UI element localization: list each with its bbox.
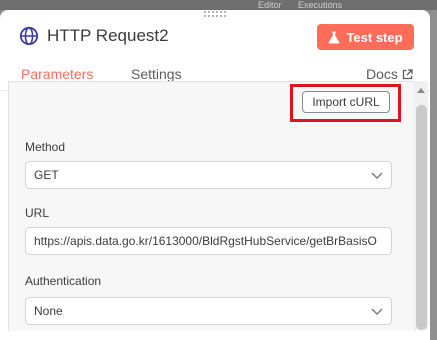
method-value: GET bbox=[34, 168, 59, 182]
authentication-value: None bbox=[34, 304, 63, 318]
tab-settings[interactable]: Settings bbox=[131, 66, 182, 82]
chevron-down-icon bbox=[371, 172, 383, 179]
url-value: https://apis.data.go.kr/1613000/BldRgstH… bbox=[34, 234, 377, 248]
tab-parameters[interactable]: Parameters bbox=[21, 66, 93, 82]
globe-icon bbox=[19, 26, 39, 46]
authentication-label: Authentication bbox=[25, 274, 102, 288]
flask-icon bbox=[329, 31, 340, 43]
docs-label: Docs bbox=[366, 66, 398, 82]
background-tab-editor: Editor bbox=[258, 0, 282, 10]
scroll-up-arrow-icon[interactable] bbox=[417, 88, 425, 93]
url-label: URL bbox=[25, 206, 50, 220]
test-step-button[interactable]: Test step bbox=[317, 24, 414, 50]
scrollbar-thumb[interactable] bbox=[416, 105, 427, 330]
panel-header: HTTP Request2 Test step bbox=[0, 10, 430, 60]
url-input[interactable]: https://apis.data.go.kr/1613000/BldRgstH… bbox=[25, 227, 392, 255]
method-select[interactable]: GET bbox=[25, 161, 392, 189]
docs-link[interactable]: Docs bbox=[366, 66, 413, 82]
background-tab-executions: Executions bbox=[298, 0, 343, 10]
test-step-label: Test step bbox=[346, 29, 403, 45]
node-title[interactable]: HTTP Request2 bbox=[47, 25, 169, 47]
authentication-select[interactable]: None bbox=[25, 297, 392, 325]
method-label: Method bbox=[25, 140, 66, 154]
external-link-icon bbox=[402, 68, 413, 79]
import-curl-button[interactable]: Import cURL bbox=[302, 91, 390, 113]
chevron-down-icon bbox=[371, 308, 383, 315]
background-strip bbox=[0, 0, 437, 10]
